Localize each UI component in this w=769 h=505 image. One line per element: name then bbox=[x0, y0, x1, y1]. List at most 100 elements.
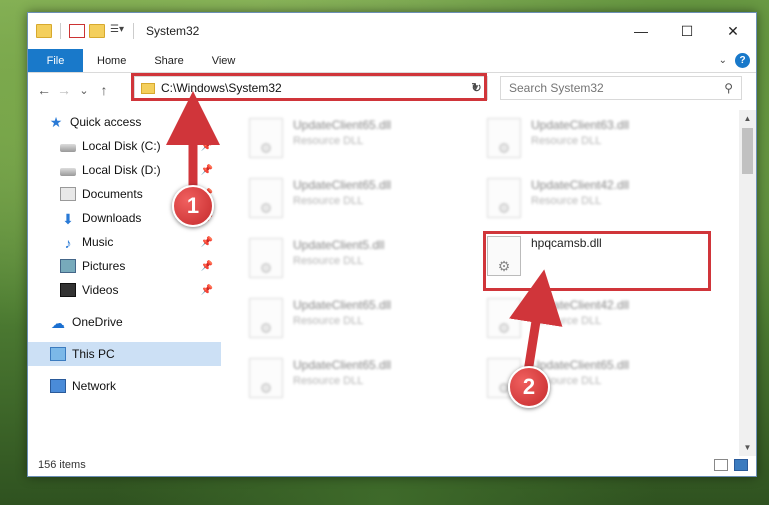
file-item[interactable]: ⚙ UpdateClient42.dll Resource DLL bbox=[487, 178, 687, 228]
tab-file[interactable]: File bbox=[28, 49, 83, 72]
sidebar-item-label: OneDrive bbox=[72, 315, 123, 329]
details-view-icon[interactable] bbox=[714, 459, 728, 471]
scroll-up-icon[interactable]: ▲ bbox=[739, 110, 756, 127]
view-toggle bbox=[714, 459, 756, 471]
close-button[interactable]: ✕ bbox=[710, 13, 756, 49]
recent-locations-button[interactable]: ⌄ bbox=[74, 84, 94, 97]
sidebar-item-label: Network bbox=[72, 379, 117, 393]
window-controls: — ☐ ✕ bbox=[618, 13, 756, 49]
sidebar-item-pictures[interactable]: Pictures 📌 bbox=[28, 254, 221, 278]
refresh-icon: ↻ bbox=[471, 80, 482, 95]
sidebar-item-local-disk-c[interactable]: Local Disk (C:) 📌 bbox=[28, 134, 221, 158]
sidebar-item-label: Quick access bbox=[70, 115, 142, 129]
navigation-pane: ★ Quick access Local Disk (C:) 📌 Local D… bbox=[28, 110, 221, 456]
file-name: UpdateClient5.dll bbox=[293, 238, 385, 252]
tab-home[interactable]: Home bbox=[83, 49, 140, 72]
dll-file-icon: ⚙ bbox=[249, 298, 283, 338]
file-item[interactable]: ⚙ UpdateClient63.dll Resource DLL bbox=[487, 118, 687, 168]
maximize-button[interactable]: ☐ bbox=[664, 13, 710, 49]
file-type: Resource DLL bbox=[293, 375, 364, 387]
window-title: System32 bbox=[146, 24, 200, 38]
file-type: Resource DLL bbox=[293, 135, 364, 147]
file-name: UpdateClient65.dll bbox=[293, 178, 392, 192]
dll-file-icon: ⚙ bbox=[249, 118, 283, 158]
file-name: UpdateClient65.dll bbox=[531, 358, 630, 372]
file-item[interactable]: ⚙ UpdateClient65.dll Resource DLL bbox=[249, 358, 449, 408]
search-input[interactable] bbox=[509, 81, 709, 95]
forward-button[interactable]: → bbox=[54, 82, 74, 98]
file-item[interactable]: ⚙ UpdateClient65.dll Resource DLL bbox=[249, 118, 449, 168]
title-bar: ☰▾ System32 — ☐ ✕ bbox=[28, 13, 756, 49]
file-name: UpdateClient42.dll bbox=[531, 178, 630, 192]
pin-icon: 📌 bbox=[200, 164, 213, 176]
file-item[interactable]: ⚙ UpdateClient65.dll Resource DLL bbox=[249, 178, 449, 228]
file-item[interactable]: ⚙ UpdateClient42.dll Resource DLL bbox=[487, 298, 687, 348]
sidebar-item-network[interactable]: Network bbox=[28, 374, 221, 398]
sidebar-item-quick-access[interactable]: ★ Quick access bbox=[28, 110, 221, 134]
sidebar-item-label: Local Disk (D:) bbox=[82, 163, 161, 177]
sidebar-item-local-disk-d[interactable]: Local Disk (D:) 📌 bbox=[28, 158, 221, 182]
expand-ribbon-icon[interactable]: ⌄ bbox=[719, 55, 727, 66]
refresh-button[interactable]: ↻ bbox=[465, 76, 488, 100]
sidebar-item-label: This PC bbox=[72, 347, 115, 361]
sidebar-item-label: Documents bbox=[82, 187, 143, 201]
tab-view[interactable]: View bbox=[198, 49, 250, 72]
file-type: Resource DLL bbox=[531, 315, 602, 327]
file-type: Resource DLL bbox=[293, 195, 364, 207]
computer-icon bbox=[50, 347, 66, 361]
dll-file-icon: ⚙ bbox=[487, 178, 521, 218]
properties-icon[interactable] bbox=[69, 24, 85, 38]
file-name: UpdateClient63.dll bbox=[531, 118, 630, 132]
file-type: Resource DLL bbox=[531, 135, 602, 147]
network-icon bbox=[50, 379, 66, 393]
sidebar-item-this-pc[interactable]: This PC bbox=[28, 342, 221, 366]
minimize-button[interactable]: — bbox=[618, 13, 664, 49]
dll-file-icon: ⚙ bbox=[249, 238, 283, 278]
sidebar-item-label: Videos bbox=[82, 283, 119, 297]
sidebar-item-onedrive[interactable]: ☁ OneDrive bbox=[28, 310, 221, 334]
scrollbar-thumb[interactable] bbox=[742, 128, 753, 174]
help-icon[interactable]: ? bbox=[735, 53, 750, 68]
address-bar[interactable]: C:\Windows\System32 ▼ bbox=[134, 76, 488, 100]
item-count: 156 items bbox=[38, 459, 86, 471]
vertical-scrollbar[interactable]: ▲ ▼ bbox=[739, 110, 756, 456]
download-icon: ⬇ bbox=[62, 211, 74, 227]
pin-icon: 📌 bbox=[200, 140, 213, 152]
file-name: UpdateClient65.dll bbox=[293, 298, 392, 312]
sidebar-item-label: Local Disk (C:) bbox=[82, 139, 161, 153]
file-explorer-window: ☰▾ System32 — ☐ ✕ File Home Share View ⌄… bbox=[27, 12, 757, 477]
toolbar-divider bbox=[133, 23, 134, 39]
address-path[interactable]: C:\Windows\System32 bbox=[161, 81, 282, 95]
file-type: Resource DLL bbox=[531, 195, 602, 207]
status-bar: 156 items bbox=[28, 454, 756, 476]
dll-file-icon: ⚙ bbox=[249, 178, 283, 218]
documents-icon bbox=[60, 187, 76, 201]
sidebar-item-label: Downloads bbox=[82, 211, 142, 225]
tab-share[interactable]: Share bbox=[140, 49, 197, 72]
file-name: UpdateClient65.dll bbox=[293, 118, 392, 132]
step-marker-1: 1 bbox=[172, 185, 214, 227]
pin-icon: 📌 bbox=[200, 236, 213, 248]
dll-file-icon: ⚙ bbox=[487, 236, 521, 276]
dll-file-icon: ⚙ bbox=[487, 298, 521, 338]
sidebar-item-label: Pictures bbox=[82, 259, 126, 273]
file-item[interactable]: ⚙ UpdateClient65.dll Resource DLL bbox=[249, 298, 449, 348]
folder-icon bbox=[36, 24, 52, 38]
search-box[interactable]: ⚲ bbox=[500, 76, 742, 100]
search-icon: ⚲ bbox=[724, 81, 733, 95]
ribbon-tabs: File Home Share View ⌄ ? bbox=[28, 49, 756, 73]
large-icons-view-icon[interactable] bbox=[734, 459, 748, 471]
customize-toolbar-icon[interactable]: ☰▾ bbox=[109, 24, 125, 38]
new-folder-icon[interactable] bbox=[89, 24, 105, 38]
file-item[interactable]: ⚙ UpdateClient5.dll Resource DLL bbox=[249, 238, 449, 288]
file-item-hpqcamsb[interactable]: ⚙ hpqcamsb.dll bbox=[487, 236, 687, 286]
sidebar-item-videos[interactable]: Videos 📌 bbox=[28, 278, 221, 302]
back-button[interactable]: ← bbox=[34, 82, 54, 98]
disk-icon bbox=[60, 167, 76, 176]
up-button[interactable]: ↑ bbox=[94, 82, 114, 98]
pin-icon: 📌 bbox=[200, 260, 213, 272]
folder-icon bbox=[141, 82, 155, 94]
sidebar-item-label: Music bbox=[82, 235, 114, 249]
pin-icon: 📌 bbox=[200, 284, 213, 296]
sidebar-item-music[interactable]: ♪ Music 📌 bbox=[28, 230, 221, 254]
